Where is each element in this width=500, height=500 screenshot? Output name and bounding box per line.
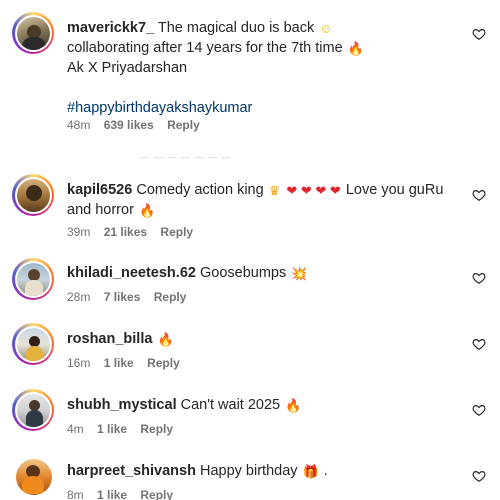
comment-text: The magical duo is back [157,20,315,36]
avatar[interactable] [12,258,54,300]
heart-outline-icon[interactable] [472,403,486,417]
username[interactable]: roshan_billa [67,331,152,347]
username[interactable]: kapil6526 [67,182,132,198]
comment-body: roshan_billa 🔥 [67,329,457,349]
comment-text: Love you guRu [345,182,444,198]
comment-meta: 16m 1 like Reply [67,356,190,370]
comment-meta: 8m 1 like Reply [67,488,183,500]
gift-emoji-icon: 🎁 [302,464,319,479]
comment-text: Happy birthday [199,463,298,479]
reply-button[interactable]: Reply [147,356,180,370]
username[interactable]: shubh_mystical [67,397,177,413]
avatar[interactable] [12,174,54,216]
fire-emoji-icon: 🔥 [347,41,364,56]
comment-body: maverickk7_ The magical duo is back ☺ co… [67,18,457,118]
timestamp: 4m [67,422,84,436]
timestamp: 28m [67,290,91,304]
heart-outline-icon[interactable] [472,188,486,202]
hashtag-link[interactable]: #happybirthdayakshaykumar [67,100,252,116]
avatar[interactable] [12,323,54,365]
comment-meta: 4m 1 like Reply [67,422,183,436]
timestamp: 8m [67,488,84,500]
reply-button[interactable]: Reply [167,118,200,132]
likes-count[interactable]: 1 like [97,422,127,436]
likes-count[interactable]: 1 like [97,488,127,500]
avatar[interactable] [12,12,54,54]
crown-emoji-icon: ♛ [268,183,281,198]
comment-meta: 28m 7 likes Reply [67,290,196,304]
smile-emoji-icon: ☺ [319,21,333,36]
comment-body: shubh_mystical Can't wait 2025 🔥 [67,395,457,415]
fire-emoji-icon: 🔥 [157,332,174,347]
username[interactable]: harpreet_shivansh [67,463,196,479]
comment-text: Goosebumps [199,265,287,281]
explosion-emoji-icon: 💥 [291,266,308,281]
red-hearts-emoji-icon: ❤ ❤ ❤ ❤ [286,183,341,198]
avatar[interactable] [16,459,52,495]
avatar[interactable] [12,389,54,431]
likes-count[interactable]: 7 likes [104,290,141,304]
fire-emoji-icon: 🔥 [138,203,156,218]
heart-outline-icon[interactable] [472,27,486,41]
reply-button[interactable]: Reply [140,488,173,500]
reply-button[interactable]: Reply [140,422,173,436]
comment-body: khiladi_neetesh.62 Goosebumps 💥 [67,263,457,283]
username[interactable]: khiladi_neetesh.62 [67,265,196,281]
likes-count[interactable]: 1 like [104,356,134,370]
comment-text: collaborating after 14 years for the 7th… [67,40,343,56]
heart-outline-icon[interactable] [472,469,486,483]
reply-button[interactable]: Reply [154,290,187,304]
comment-text: Can't wait 2025 [180,397,281,413]
faded-divider: — —·— — — — — [140,152,232,162]
comment-text: Comedy action king [136,182,264,198]
comment-text-trail: . [323,463,328,479]
heart-outline-icon[interactable] [472,271,486,285]
heart-outline-icon[interactable] [472,337,486,351]
likes-count[interactable]: 21 likes [104,225,147,239]
comment-body: harpreet_shivansh Happy birthday 🎁 . [67,461,457,481]
timestamp: 39m [67,225,91,239]
comment-meta: 48m 639 likes Reply [67,118,210,132]
comment-meta: 39m 21 likes Reply [67,225,203,239]
reply-button[interactable]: Reply [160,225,193,239]
username[interactable]: maverickk7_ [67,20,154,36]
comment-text: and horror [67,202,134,218]
comment-body: kapil6526 Comedy action king ♛ ❤ ❤ ❤ ❤ L… [67,180,457,220]
timestamp: 48m [67,118,91,132]
likes-count[interactable]: 639 likes [104,118,154,132]
comment-text: Ak X Priyadarshan [67,60,188,76]
fire-emoji-icon: 🔥 [285,398,302,413]
timestamp: 16m [67,356,91,370]
